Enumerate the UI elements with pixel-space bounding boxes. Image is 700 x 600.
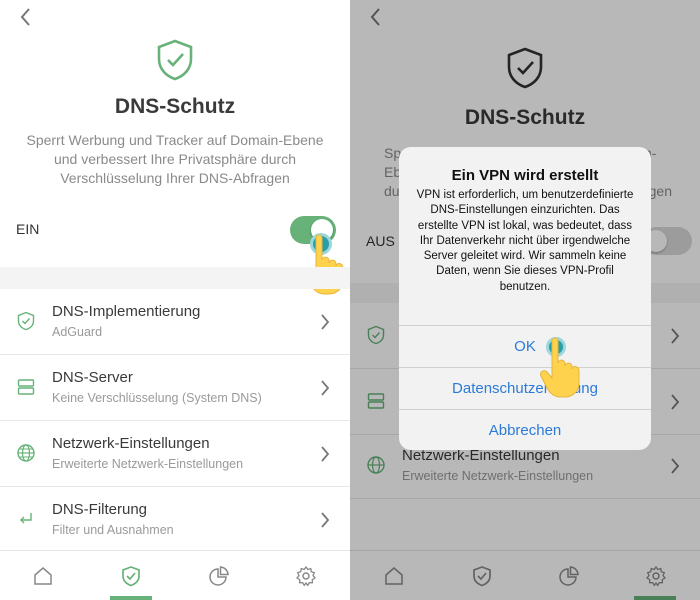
dialog-body: VPN ist erforderlich, um benutzerdefinie… <box>416 189 634 293</box>
vpn-dialog: Ein VPN wird erstellt VPN ist erforderli… <box>399 147 651 450</box>
home-icon[interactable] <box>32 565 54 587</box>
bottom-tab-bar <box>0 550 350 600</box>
pointing-hand-icon <box>540 337 580 398</box>
server-icon <box>17 379 35 395</box>
shield-check-icon <box>157 39 193 81</box>
list-item-subtitle: AdGuard <box>52 325 103 339</box>
list-item-dns-filtering[interactable]: DNS-Filterung Filter und Ausnahmen <box>0 487 350 553</box>
section-divider <box>0 267 350 289</box>
chevron-left-icon[interactable] <box>16 6 36 28</box>
globe-icon <box>17 444 35 462</box>
list-item-title: Netzwerk-Einstellungen <box>52 435 210 452</box>
active-tab-indicator <box>110 596 152 600</box>
page-title: DNS-Schutz <box>114 95 236 118</box>
list-item-title: DNS-Implementierung <box>52 303 201 320</box>
dialog-title: Ein VPN wird erstellt <box>451 167 599 184</box>
list-item-network-settings[interactable]: Netzwerk-Einstellungen Erweiterte Netzwe… <box>0 421 350 487</box>
list-item-dns-server[interactable]: DNS-Server Keine Verschlüsselung (System… <box>0 355 350 421</box>
list-item-subtitle: Erweiterte Netzwerk-Einstellungen <box>52 457 244 471</box>
list-item-subtitle: Filter und Ausnahmen <box>52 523 174 537</box>
shield-icon <box>17 311 35 331</box>
list-item-subtitle: Keine Verschlüsselung (System DNS) <box>52 391 262 405</box>
chart-icon[interactable] <box>208 565 230 587</box>
shield-check-icon[interactable] <box>120 565 142 587</box>
privacy-policy-button[interactable]: Datenschutzerklärung <box>399 367 651 408</box>
list-item-title: DNS-Server <box>52 369 133 386</box>
chevron-right-icon <box>321 446 330 462</box>
list-item-title: DNS-Filterung <box>52 501 148 518</box>
list-item-dns-implementation[interactable]: DNS-Implementierung AdGuard <box>0 289 350 355</box>
chevron-right-icon <box>321 512 330 528</box>
ok-button[interactable]: OK <box>399 325 651 366</box>
chevron-right-icon <box>321 380 330 396</box>
filter-icon <box>20 513 32 524</box>
dns-protection-screen: DNS-Schutz Sperrt Werbung und Tracker au… <box>0 0 350 600</box>
cancel-button[interactable]: Abbrechen <box>399 409 651 450</box>
chevron-right-icon <box>321 314 330 330</box>
gear-icon[interactable] <box>295 565 317 587</box>
page-description: Sperrt Werbung und Tracker auf Domain-Eb… <box>26 132 324 186</box>
vpn-dialog-screen: DNS-Schutz Sp Eb du in- e agen AUS <box>350 0 700 600</box>
toggle-label: EIN <box>16 221 40 237</box>
